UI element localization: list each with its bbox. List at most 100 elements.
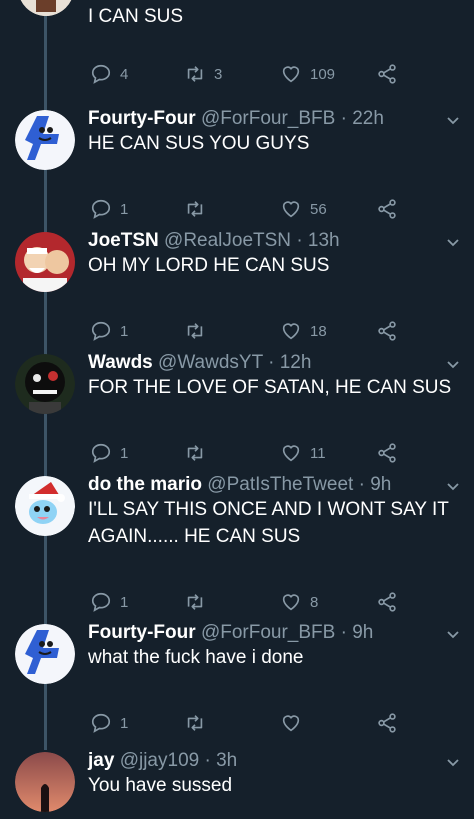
tweet-header: Wawds @WawdsYT · 12h: [88, 352, 311, 374]
display-name[interactable]: jay: [88, 750, 114, 771]
reply-icon: [91, 321, 111, 341]
display-name[interactable]: JoeTSN: [88, 230, 159, 251]
share-button[interactable]: [376, 197, 398, 221]
reply-icon: [91, 64, 111, 84]
tweet-header: Fourty-Four @ForFour_BFB · 22h: [88, 108, 384, 130]
display-name[interactable]: do the mario: [88, 474, 202, 495]
heart-icon: [282, 201, 300, 218]
more-options-button[interactable]: [446, 628, 460, 642]
avatar[interactable]: [15, 752, 75, 812]
timestamp[interactable]: 9h: [370, 474, 391, 495]
more-options-button[interactable]: [446, 114, 460, 128]
like-count: 56: [310, 200, 327, 218]
avatar[interactable]: [18, 0, 74, 16]
user-handle[interactable]: @WawdsYT: [158, 352, 263, 373]
like-button[interactable]: [280, 711, 310, 735]
tweet-actions: 1 18: [0, 319, 474, 343]
tweet-header: JoeTSN @RealJoeTSN · 13h: [88, 230, 340, 252]
user-handle[interactable]: @RealJoeTSN: [164, 230, 291, 251]
tweet-text: HE CAN SUS YOU GUYS: [88, 133, 310, 154]
retweet-icon: [187, 201, 203, 217]
like-count: 109: [310, 65, 336, 83]
tweet-actions: 4 3 109: [0, 62, 474, 86]
reply-button[interactable]: 4: [90, 62, 128, 86]
reply-button[interactable]: 1: [90, 441, 128, 465]
more-options-button[interactable]: [446, 756, 460, 770]
more-options-button[interactable]: [446, 236, 460, 250]
tweet-text: I CAN SUS: [88, 6, 184, 27]
heart-icon: [282, 323, 300, 340]
share-icon: [378, 64, 396, 84]
reply-count: 1: [120, 714, 129, 732]
tweet-text: what the fuck have i done: [88, 647, 304, 668]
reply-button[interactable]: 1: [90, 590, 128, 614]
avatar[interactable]: [15, 110, 75, 170]
reply-button[interactable]: 1: [90, 319, 128, 343]
display-name[interactable]: Fourty-Four: [88, 622, 196, 643]
tweet-text: OH MY LORD HE CAN SUS: [88, 255, 330, 276]
user-handle[interactable]: @jjay109: [120, 750, 200, 771]
chevron-down-icon: [447, 239, 459, 247]
like-button[interactable]: 11: [280, 441, 326, 465]
like-button[interactable]: 56: [280, 197, 327, 221]
share-icon: [378, 199, 396, 219]
retweet-button[interactable]: [184, 319, 214, 343]
retweet-button[interactable]: [184, 197, 214, 221]
more-options-button[interactable]: [446, 358, 460, 372]
reply-icon: [91, 199, 111, 219]
tweet-header: jay @jjay109 · 3h: [88, 750, 237, 772]
like-button[interactable]: 18: [280, 319, 327, 343]
tweet-text: You have sussed: [88, 775, 233, 796]
separator: ·: [340, 108, 347, 129]
reply-button[interactable]: 1: [90, 197, 128, 221]
share-button[interactable]: [376, 319, 398, 343]
heart-icon: [282, 715, 300, 732]
retweet-button[interactable]: [184, 711, 214, 735]
reply-icon: [91, 443, 111, 463]
tweet-actions: 1 8: [0, 590, 474, 614]
display-name[interactable]: Fourty-Four: [88, 108, 196, 129]
reply-count: 1: [120, 444, 129, 462]
avatar[interactable]: [15, 476, 75, 536]
heart-icon: [282, 445, 300, 462]
retweet-icon: [187, 323, 203, 339]
user-handle[interactable]: @ForFour_BFB: [201, 108, 335, 129]
chevron-down-icon: [447, 759, 459, 767]
retweet-button[interactable]: 3: [184, 62, 222, 86]
share-button[interactable]: [376, 62, 398, 86]
timestamp[interactable]: 13h: [308, 230, 340, 251]
reply-count: 1: [120, 593, 129, 611]
separator: ·: [358, 474, 365, 495]
reply-button[interactable]: 1: [90, 711, 128, 735]
retweet-count: 3: [214, 65, 223, 83]
share-button[interactable]: [376, 441, 398, 465]
timestamp[interactable]: 22h: [352, 108, 384, 129]
avatar[interactable]: [15, 232, 75, 292]
separator: ·: [340, 622, 347, 643]
reply-count: 1: [120, 322, 129, 340]
avatar[interactable]: [15, 624, 75, 684]
retweet-button[interactable]: [184, 590, 214, 614]
display-name[interactable]: Wawds: [88, 352, 153, 373]
share-button[interactable]: [376, 590, 398, 614]
retweet-button[interactable]: [184, 441, 214, 465]
tweet-text: FOR THE LOVE OF SATAN, HE CAN SUS: [88, 377, 452, 398]
tweet-actions: 1: [0, 711, 474, 735]
user-handle[interactable]: @ForFour_BFB: [201, 622, 335, 643]
user-handle[interactable]: @PatIsTheTweet: [207, 474, 353, 495]
like-count: 18: [310, 322, 327, 340]
timestamp[interactable]: 3h: [216, 750, 237, 771]
tweet-text: I'LL SAY THIS ONCE AND I WONT SAY IT AGA…: [88, 499, 449, 547]
share-button[interactable]: [376, 711, 398, 735]
like-button[interactable]: 109: [280, 62, 335, 86]
reply-icon: [91, 592, 111, 612]
tweet-actions: 1 56: [0, 197, 474, 221]
avatar[interactable]: [15, 354, 75, 414]
more-options-button[interactable]: [446, 480, 460, 494]
share-icon: [378, 443, 396, 463]
separator: ·: [204, 750, 211, 771]
timestamp[interactable]: 12h: [280, 352, 312, 373]
like-button[interactable]: 8: [280, 590, 318, 614]
heart-icon: [282, 594, 300, 611]
timestamp[interactable]: 9h: [352, 622, 373, 643]
